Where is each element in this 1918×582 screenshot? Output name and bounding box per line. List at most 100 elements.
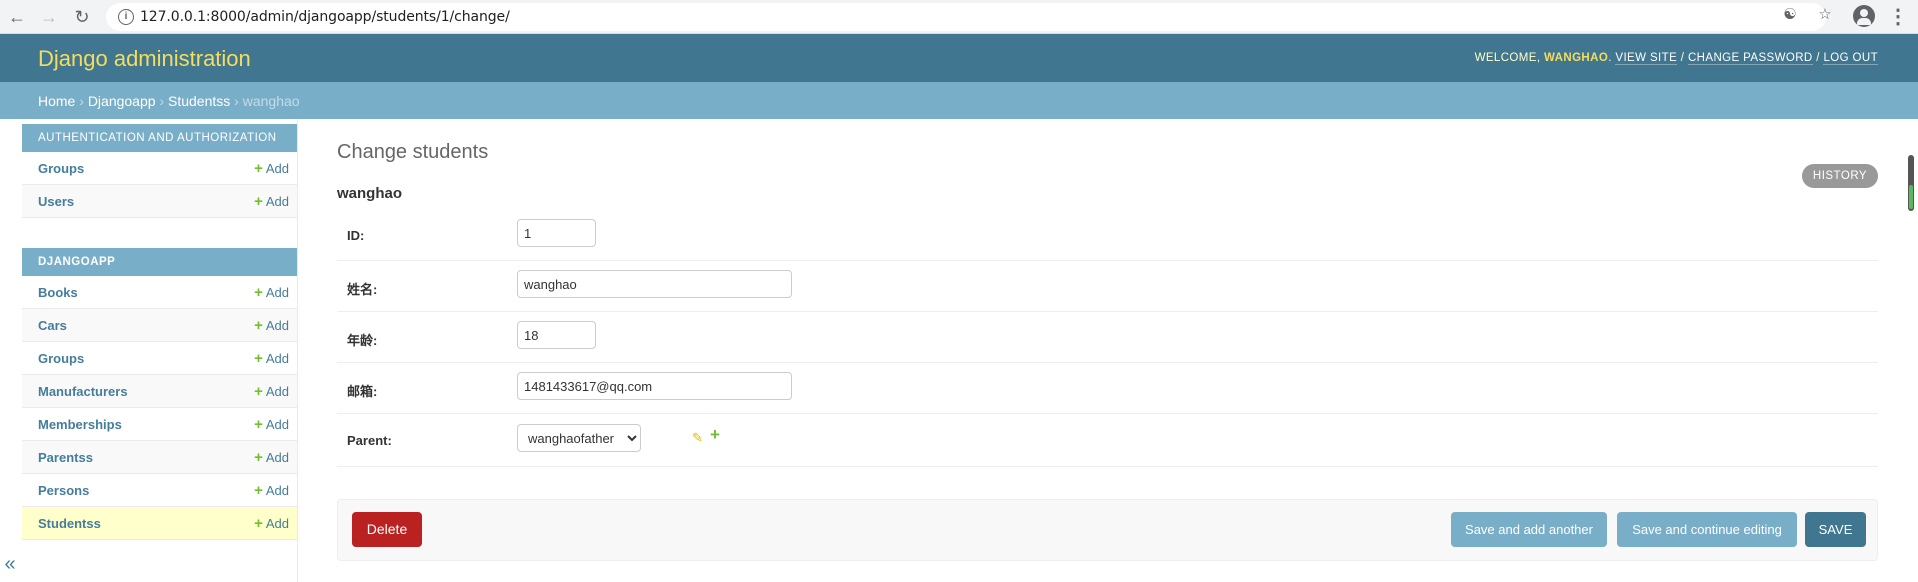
save-button[interactable]: Save — [1805, 512, 1866, 547]
breadcrumb: Home › Djangoapp › Studentss › wanghao — [0, 82, 1918, 119]
reload-icon[interactable]: ↻ — [70, 5, 94, 29]
url-text[interactable]: 127.0.0.1:8000/admin/djangoapp/students/… — [140, 9, 510, 25]
toggle-sidebar-button[interactable]: « — [0, 549, 20, 579]
breadcrumb-app[interactable]: Djangoapp — [88, 93, 156, 109]
scrollbar-thumb[interactable] — [1909, 185, 1913, 209]
sidebar-item-label[interactable]: Groups — [38, 161, 84, 176]
plus-icon: + — [254, 416, 263, 433]
sidebar-item-label[interactable]: Parentss — [38, 450, 93, 465]
sidebar-item-label[interactable]: Persons — [38, 483, 89, 498]
add-link[interactable]: + Add — [254, 318, 289, 333]
welcome-text: Welcome, — [1474, 52, 1541, 64]
plus-icon: + — [254, 160, 263, 177]
add-label: Add — [265, 384, 289, 399]
module-caption-auth[interactable]: Authentication and Authorization — [22, 124, 297, 152]
email-field[interactable] — [517, 372, 792, 400]
add-link[interactable]: + Add — [254, 384, 289, 399]
sidebar-item-parentss[interactable]: Parentss + Add — [22, 441, 297, 474]
translate-icon[interactable]: ☯ — [1781, 6, 1799, 24]
sidebar-item-users[interactable]: Users + Add — [22, 185, 297, 218]
add-link[interactable]: + Add — [254, 483, 289, 498]
sidebar-item-groups[interactable]: Groups + Add — [22, 152, 297, 185]
separator: / — [1680, 52, 1685, 64]
address-bar[interactable]: i 127.0.0.1:8000/admin/djangoapp/student… — [106, 3, 1826, 31]
plus-icon[interactable]: + — [710, 425, 720, 445]
add-link[interactable]: + Add — [254, 417, 289, 432]
sidebar-item-label[interactable]: Users — [38, 194, 74, 209]
user-tools: Welcome, wanghao. View site / Change pas… — [1474, 52, 1878, 65]
history-button[interactable]: History — [1802, 164, 1878, 188]
breadcrumb-separator: › — [79, 93, 84, 109]
field-label: Parent: — [347, 433, 392, 448]
submit-row: Delete Save and add another Save and con… — [337, 499, 1878, 561]
id-field[interactable] — [517, 219, 596, 247]
field-label: ID: — [347, 228, 365, 243]
add-label: Add — [265, 516, 289, 531]
add-link[interactable]: + Add — [254, 516, 289, 531]
plus-icon: + — [254, 482, 263, 499]
parent-select[interactable]: wanghaofather — [517, 424, 641, 452]
add-link[interactable]: + Add — [254, 351, 289, 366]
delete-button[interactable]: Delete — [352, 512, 422, 547]
object-title: wanghao — [337, 185, 403, 202]
sidebar-item-groups-app[interactable]: Groups + Add — [22, 342, 297, 375]
add-label: Add — [265, 194, 289, 209]
age-field[interactable] — [517, 321, 596, 349]
form-row-parent: Parent: wanghaofather ✎ + — [337, 414, 1878, 467]
sidebar-item-label[interactable]: Groups — [38, 351, 84, 366]
sidebar-item-cars[interactable]: Cars + Add — [22, 309, 297, 342]
browser-toolbar: ← → ↻ i 127.0.0.1:8000/admin/djangoapp/s… — [0, 0, 1918, 34]
pencil-icon[interactable]: ✎ — [692, 430, 703, 446]
sidebar-item-label[interactable]: Memberships — [38, 417, 122, 432]
add-label: Add — [265, 450, 289, 465]
username: wanghao — [1544, 52, 1609, 64]
sidebar-item-label[interactable]: Manufacturers — [38, 384, 128, 399]
nav-sidebar: Authentication and Authorization Groups … — [0, 119, 298, 582]
sidebar-item-memberships[interactable]: Memberships + Add — [22, 408, 297, 441]
add-link[interactable]: + Add — [254, 285, 289, 300]
form-row-name: 姓名: — [337, 261, 1878, 312]
separator: / — [1816, 52, 1820, 64]
save-add-another-button[interactable]: Save and add another — [1451, 512, 1607, 547]
info-icon[interactable]: i — [118, 9, 134, 25]
change-password-link[interactable]: Change password — [1687, 52, 1813, 65]
avatar-icon[interactable] — [1853, 5, 1875, 27]
sidebar-item-books[interactable]: Books + Add — [22, 276, 297, 309]
page-scrollbar[interactable] — [1908, 155, 1914, 211]
log-out-link[interactable]: Log out — [1823, 52, 1878, 65]
breadcrumb-model[interactable]: Studentss — [168, 93, 230, 109]
add-link[interactable]: + Add — [254, 450, 289, 465]
add-link[interactable]: + Add — [254, 194, 289, 209]
sidebar-item-label[interactable]: Studentss — [38, 516, 101, 531]
sidebar-item-label[interactable]: Cars — [38, 318, 67, 333]
form-row-email: 邮箱: — [337, 363, 1878, 414]
breadcrumb-separator: › — [159, 93, 165, 109]
plus-icon: + — [254, 193, 263, 210]
site-branding[interactable]: Django administration — [38, 46, 251, 72]
plus-icon: + — [254, 383, 263, 400]
plus-icon: + — [254, 515, 263, 532]
forward-icon[interactable]: → — [37, 5, 61, 29]
add-label: Add — [265, 285, 289, 300]
sidebar-item-label[interactable]: Books — [38, 285, 78, 300]
sidebar-item-studentss[interactable]: Studentss + Add — [22, 507, 297, 540]
save-continue-button[interactable]: Save and continue editing — [1617, 512, 1797, 547]
sidebar-item-persons[interactable]: Persons + Add — [22, 474, 297, 507]
breadcrumb-home[interactable]: Home — [38, 93, 75, 109]
kebab-menu-icon[interactable]: ⋮ — [1888, 5, 1908, 29]
module-caption-djangoapp[interactable]: Djangoapp — [22, 248, 297, 276]
view-site-link[interactable]: View site — [1615, 52, 1678, 65]
sidebar-item-manufacturers[interactable]: Manufacturers + Add — [22, 375, 297, 408]
form-row-age: 年龄: — [337, 312, 1878, 363]
star-icon[interactable]: ☆ — [1816, 6, 1834, 24]
plus-icon: + — [254, 449, 263, 466]
add-link[interactable]: + Add — [254, 161, 289, 176]
main-content: Change students wanghao History ID: 姓名: … — [298, 119, 1918, 582]
plus-icon: + — [254, 284, 263, 301]
breadcrumb-current: wanghao — [242, 93, 300, 109]
back-icon[interactable]: ← — [5, 5, 29, 29]
field-label: 年龄: — [347, 333, 378, 348]
add-label: Add — [265, 318, 289, 333]
add-label: Add — [265, 417, 289, 432]
name-field[interactable] — [517, 270, 792, 298]
